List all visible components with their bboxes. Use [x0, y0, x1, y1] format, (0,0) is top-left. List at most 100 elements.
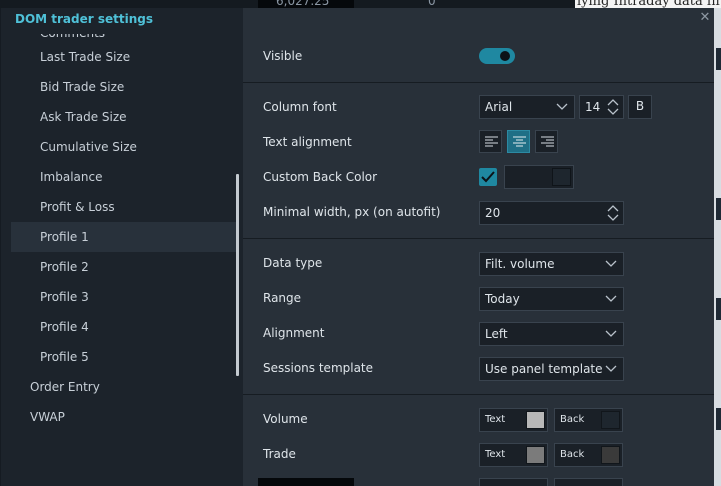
sidebar-item-label: Profile 3 [40, 290, 89, 304]
chevron-down-icon [605, 295, 617, 302]
column-font-label: Column font [263, 100, 337, 114]
data-type-value: Filt. volume [485, 257, 555, 271]
sidebar-item-label: Comments [40, 34, 239, 41]
sidebar-item-label: Cumulative Size [40, 140, 137, 154]
range-select[interactable]: Today [479, 287, 624, 311]
data-type-select[interactable]: Filt. volume [479, 252, 624, 276]
color-swatch [601, 446, 620, 464]
sidebar-item-profit-loss[interactable]: Profit & Loss [11, 192, 239, 222]
alignment-label: Alignment [263, 326, 325, 340]
sidebar-item-label: VWAP [30, 410, 65, 424]
chevron-down-icon [605, 330, 617, 337]
chevron-down-icon [605, 365, 617, 372]
text-color-label: Text [485, 449, 506, 460]
section-divider [243, 394, 714, 395]
range-label: Range [263, 291, 302, 305]
next-row-color-picker[interactable] [479, 478, 548, 486]
background-document-text: lying Intraday data fil [575, 0, 721, 8]
chevron-down-icon [605, 260, 617, 267]
spinner-arrows-icon [607, 205, 619, 221]
section-divider [243, 82, 714, 83]
sidebar-item-label: Ask Trade Size [40, 110, 127, 124]
bold-toggle-button[interactable]: B [628, 95, 652, 119]
sessions-template-value: Use panel template [485, 362, 603, 376]
sidebar-item-label: Profile 1 [40, 230, 89, 244]
back-color-label: Back [560, 414, 585, 425]
alignment-value: Left [485, 327, 508, 341]
sidebar-item-label: Profile 5 [40, 350, 89, 364]
section-divider [243, 238, 714, 239]
settings-content: Visible Column font Arial 14 B Text alig… [243, 8, 714, 486]
spinner-arrows-icon [607, 99, 619, 115]
sidebar-item-order-entry[interactable]: Order Entry [11, 372, 239, 402]
volume-text-color-picker[interactable]: Text [479, 408, 548, 432]
sidebar-item-ask-trade-size[interactable]: Ask Trade Size [11, 102, 239, 132]
back-color-label: Back [560, 449, 585, 460]
chevron-down-icon [556, 103, 568, 110]
color-swatch [526, 411, 545, 429]
align-center-icon [513, 136, 526, 147]
settings-sidebar: DOM trader settings Comments Last Trade S… [1, 8, 243, 486]
trade-text-color-picker[interactable]: Text [479, 443, 548, 467]
next-row-color-picker[interactable] [554, 478, 623, 486]
sidebar-item-bid-trade-size[interactable]: Bid Trade Size [11, 72, 239, 102]
sidebar-item-imbalance[interactable]: Imbalance [11, 162, 239, 192]
sidebar-item-last-trade-size[interactable]: Last Trade Size [11, 42, 239, 72]
text-alignment-label: Text alignment [263, 135, 352, 149]
custom-back-color-checkbox[interactable] [479, 168, 497, 186]
custom-back-color-label: Custom Back Color [263, 170, 378, 184]
sessions-template-label: Sessions template [263, 361, 374, 375]
background-price-top: 6,027.25 [276, 0, 330, 8]
visible-toggle[interactable] [479, 48, 515, 64]
background-qty-top: 0 [428, 0, 436, 8]
background-price-cell [258, 478, 354, 486]
alignment-select[interactable]: Left [479, 322, 624, 346]
minimal-width-value: 20 [485, 206, 501, 220]
sidebar-item-profile-2[interactable]: Profile 2 [11, 252, 239, 282]
sidebar-item-label: Imbalance [40, 170, 103, 184]
checkmark-icon [481, 171, 495, 183]
font-family-value: Arial [485, 100, 513, 114]
font-family-select[interactable]: Arial [479, 95, 575, 119]
color-swatch [552, 168, 571, 186]
align-center-button[interactable] [507, 130, 530, 153]
sidebar-item-label: Profile 2 [40, 260, 89, 274]
font-size-stepper[interactable]: 14 [579, 95, 624, 119]
screen: 6,027.25 0 lying Intraday data fil DOM t… [0, 0, 721, 486]
color-swatch [526, 446, 545, 464]
text-color-label: Text [485, 414, 506, 425]
sidebar-item-label: Order Entry [30, 380, 100, 394]
sidebar-item-label: Profit & Loss [40, 200, 115, 214]
sidebar-item-comments[interactable]: Comments [11, 34, 239, 42]
sidebar-item-profile-1[interactable]: Profile 1 [11, 222, 239, 252]
color-swatch [601, 411, 620, 429]
minimal-width-stepper[interactable]: 20 [479, 201, 624, 225]
minimal-width-label: Minimal width, px (on autofit) [263, 205, 441, 219]
sessions-template-select[interactable]: Use panel template [479, 357, 624, 381]
align-left-icon [485, 136, 498, 147]
sidebar-item-profile-5[interactable]: Profile 5 [11, 342, 239, 372]
dialog-title: DOM trader settings [15, 12, 153, 26]
toggle-knob [500, 51, 510, 61]
visible-label: Visible [263, 49, 303, 63]
sidebar-item-profile-4[interactable]: Profile 4 [11, 312, 239, 342]
range-value: Today [485, 292, 520, 306]
trade-back-color-picker[interactable]: Back [554, 443, 623, 467]
align-right-button[interactable] [535, 130, 558, 153]
volume-back-color-picker[interactable]: Back [554, 408, 623, 432]
trade-label: Trade [263, 447, 296, 461]
sidebar-item-vwap[interactable]: VWAP [11, 402, 239, 432]
align-left-button[interactable] [479, 130, 502, 153]
sidebar-item-label: Last Trade Size [40, 50, 131, 64]
sidebar-item-cumulative-size[interactable]: Cumulative Size [11, 132, 239, 162]
sidebar-item-profile-3[interactable]: Profile 3 [11, 282, 239, 312]
align-right-icon [541, 136, 554, 147]
data-type-label: Data type [263, 256, 323, 270]
dom-trader-settings-dialog: DOM trader settings Comments Last Trade S… [0, 8, 714, 486]
background-right-panel [714, 8, 721, 486]
custom-back-color-picker[interactable] [504, 165, 574, 189]
sidebar-scrollbar-thumb[interactable] [236, 174, 239, 376]
volume-label: Volume [263, 412, 308, 426]
sidebar-item-label: Profile 4 [40, 320, 89, 334]
sidebar-item-label: Bid Trade Size [40, 80, 125, 94]
